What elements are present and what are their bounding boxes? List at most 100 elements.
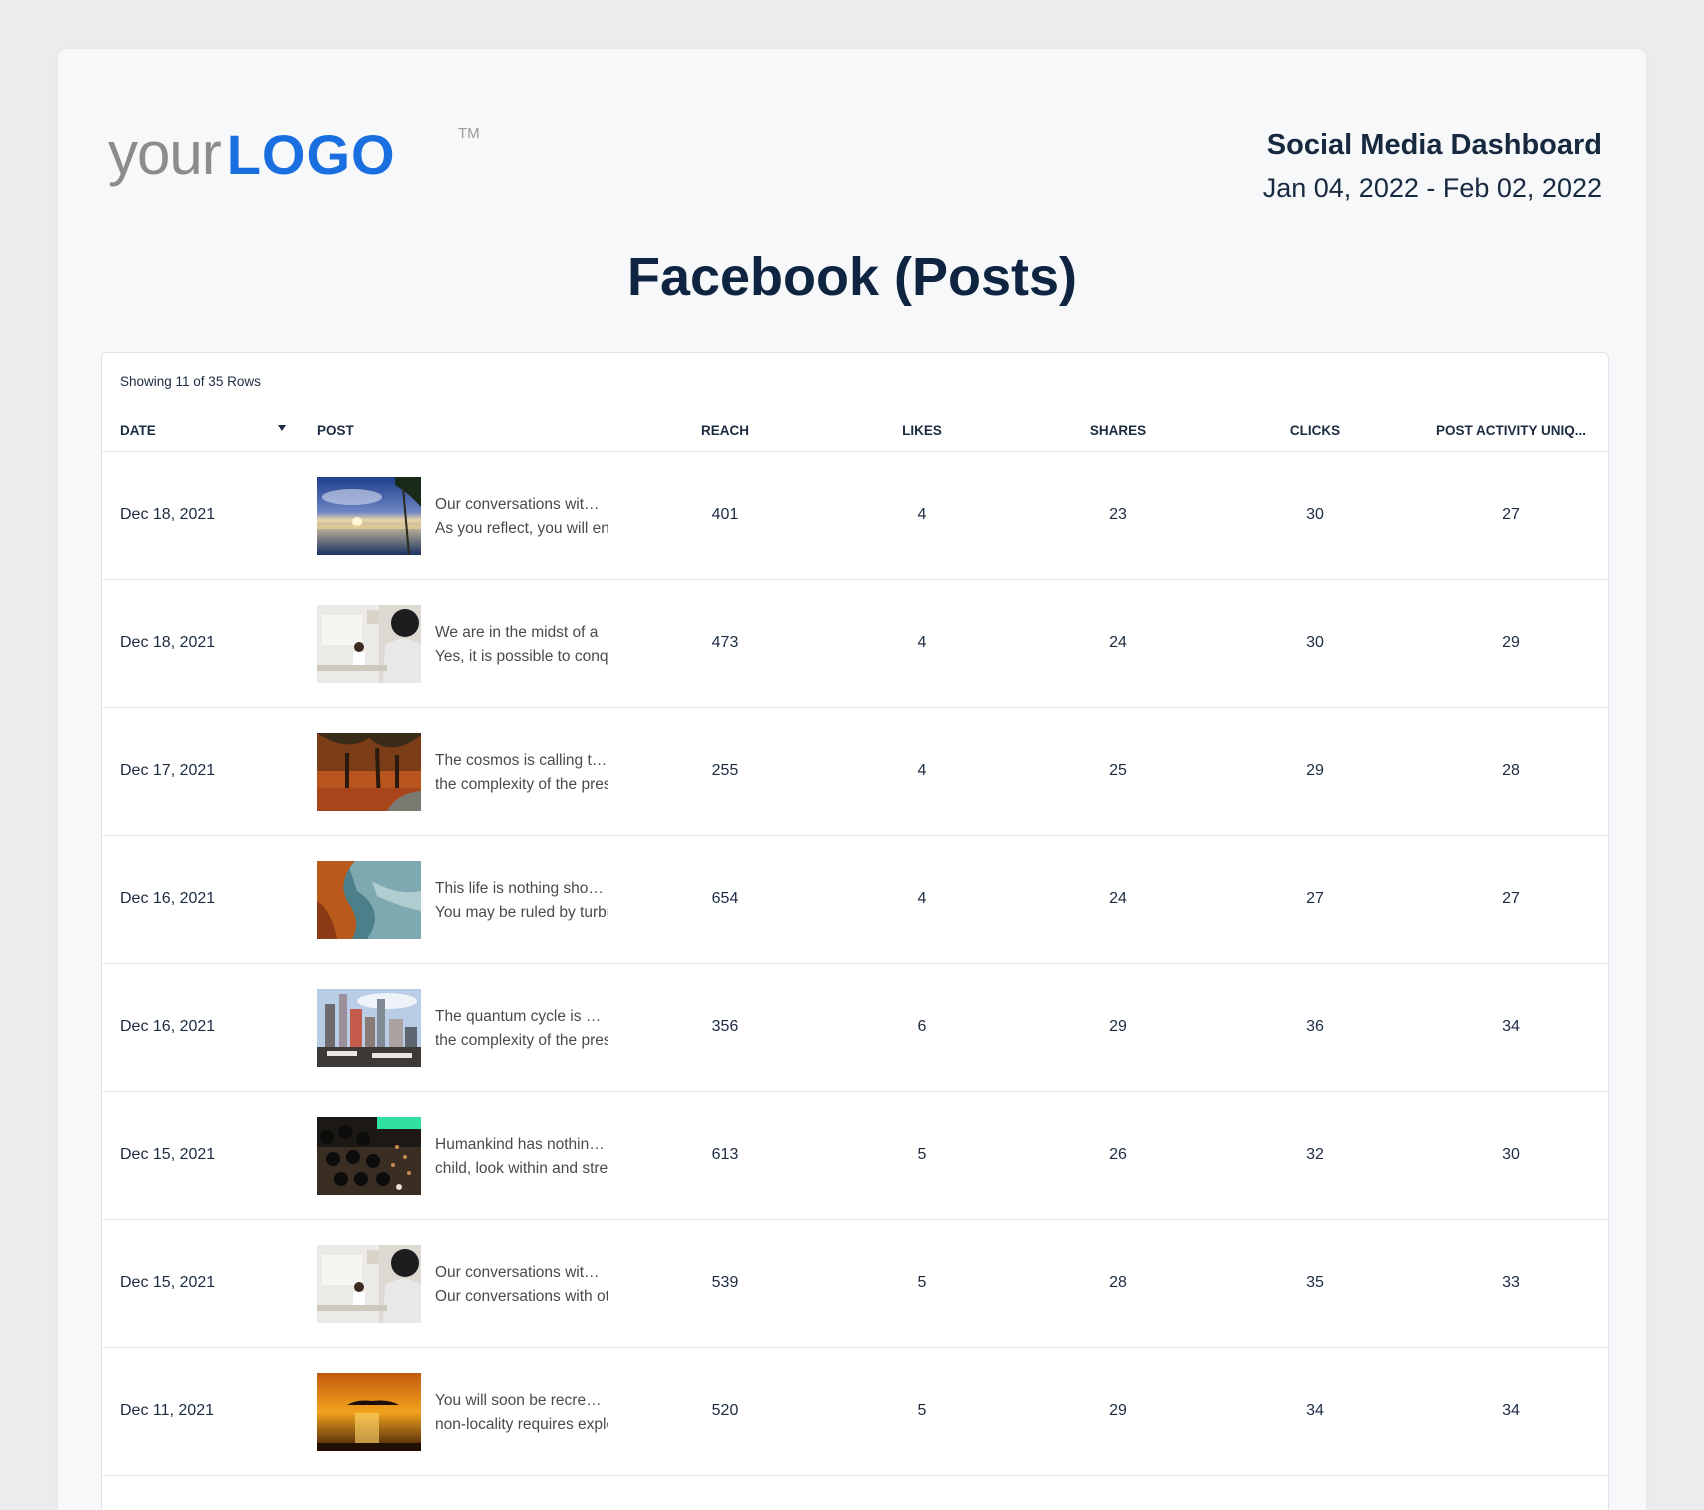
likes-value: 5 xyxy=(917,1402,927,1419)
post-date: Dec 15, 2021 xyxy=(120,1274,216,1291)
post-text[interactable]: You will soon be recreated non-locality … xyxy=(435,1389,608,1437)
column-header-reach[interactable]: REACH xyxy=(701,423,749,438)
post-activity-unique-value: 29 xyxy=(1502,634,1520,651)
post-activity-unique-value: 33 xyxy=(1502,1274,1520,1291)
shares-value: 29 xyxy=(1109,1018,1127,1035)
posts-table: Showing 11 of 35 Rows DATE POST REACH LI… xyxy=(101,352,1609,1510)
page-title: Facebook (Posts) xyxy=(626,247,1078,307)
post-text[interactable]: Our conversations with other Our convers… xyxy=(435,1261,608,1309)
post-activity-unique-value: 27 xyxy=(1502,890,1520,907)
clicks-value: 30 xyxy=(1306,634,1324,651)
post-text[interactable]: We are in the midst of a Yes, it is poss… xyxy=(435,621,608,669)
clicks-value: 35 xyxy=(1306,1274,1324,1291)
column-header-shares[interactable]: SHARES xyxy=(1090,423,1146,438)
shares-value: 24 xyxy=(1109,890,1127,907)
reach-value: 654 xyxy=(711,890,739,907)
post-text-line-1: Humankind has nothing to lose xyxy=(435,1136,608,1153)
post-thumbnail[interactable] xyxy=(317,605,421,683)
column-header-post[interactable]: POST xyxy=(317,423,354,438)
shares-value: 28 xyxy=(1109,1274,1127,1291)
post-text-line-2: the complexity of the present xyxy=(435,1032,608,1049)
post-thumbnail[interactable] xyxy=(317,861,421,939)
post-text[interactable]: Our conversations with other As you refl… xyxy=(435,493,608,541)
post-text-line-1: Our conversations with other xyxy=(435,496,608,513)
table-body: Dec 18, 2021 Our conversations with othe… xyxy=(102,452,1608,1476)
clicks-value: 29 xyxy=(1306,762,1324,779)
shares-value: 24 xyxy=(1109,634,1127,651)
post-thumbnail[interactable] xyxy=(317,1117,421,1195)
reach-value: 613 xyxy=(711,1146,739,1163)
post-text[interactable]: The cosmos is calling to you the complex… xyxy=(435,749,608,797)
table-row[interactable]: Dec 17, 2021 The cosmos is calling to yo… xyxy=(102,708,1608,836)
post-activity-unique-value: 27 xyxy=(1502,506,1520,523)
column-header-clicks[interactable]: CLICKS xyxy=(1290,423,1340,438)
post-text-line-2: the complexity of the present xyxy=(435,776,608,793)
dashboard-title: Social Media Dashboard xyxy=(1266,129,1602,161)
likes-value: 5 xyxy=(917,1146,927,1163)
post-thumbnail[interactable] xyxy=(317,477,421,555)
post-text-line-2: non-locality requires exploration xyxy=(435,1416,608,1433)
likes-value: 4 xyxy=(917,762,927,779)
post-date: Dec 16, 2021 xyxy=(120,1018,216,1035)
shares-value: 29 xyxy=(1109,1402,1127,1419)
logo-logo-text: LOGO xyxy=(226,123,396,186)
table-row[interactable]: Dec 16, 2021 The quantum cycle is callin… xyxy=(102,964,1608,1092)
post-text[interactable]: Humankind has nothing to lose child, loo… xyxy=(435,1133,608,1181)
post-date: Dec 15, 2021 xyxy=(120,1146,216,1163)
column-header-date[interactable]: DATE xyxy=(120,423,156,438)
table-row[interactable]: Dec 15, 2021 Humankind has nothing to lo… xyxy=(102,1092,1608,1220)
table-row[interactable]: Dec 18, 2021 We are in the midst of a Ye… xyxy=(102,580,1608,708)
post-activity-unique-value: 34 xyxy=(1502,1402,1520,1419)
table-header: DATE POST REACH LIKES SHARES CLICKS POST… xyxy=(102,423,1608,452)
reach-value: 255 xyxy=(711,762,739,779)
post-text-line-1: The cosmos is calling to you xyxy=(435,752,608,769)
table-row[interactable]: Dec 11, 2021 You will soon be recreated … xyxy=(102,1348,1608,1476)
likes-value: 4 xyxy=(917,890,927,907)
reach-value: 356 xyxy=(711,1018,739,1035)
clicks-value: 32 xyxy=(1306,1146,1324,1163)
table-row[interactable]: Dec 18, 2021 Our conversations with othe… xyxy=(102,452,1608,580)
clicks-value: 34 xyxy=(1306,1402,1324,1419)
reach-value: 520 xyxy=(711,1402,739,1419)
post-activity-unique-value: 34 xyxy=(1502,1018,1520,1035)
sort-descending-icon[interactable] xyxy=(278,425,286,431)
shares-value: 23 xyxy=(1109,506,1127,523)
post-date: Dec 18, 2021 xyxy=(120,634,216,651)
shares-value: 25 xyxy=(1109,762,1127,779)
post-date: Dec 11, 2021 xyxy=(120,1402,214,1419)
date-range: Jan 04, 2022 - Feb 02, 2022 xyxy=(1262,173,1602,203)
post-text-line-1: You will soon be recreated xyxy=(435,1392,608,1409)
logo-your-text: your xyxy=(108,120,222,187)
likes-value: 6 xyxy=(917,1018,927,1035)
reach-value: 539 xyxy=(711,1274,739,1291)
clicks-value: 36 xyxy=(1306,1018,1324,1035)
column-header-post-activity-unique[interactable]: POST ACTIVITY UNIQ... xyxy=(1436,423,1586,438)
table-row[interactable]: Dec 16, 2021 This life is nothing short … xyxy=(102,836,1608,964)
dashboard-card: your LOGO TM Social Media Dashboard Jan … xyxy=(58,49,1646,1510)
logo-trademark: TM xyxy=(458,125,480,142)
post-text-line-1: This life is nothing short of xyxy=(435,880,608,897)
likes-value: 4 xyxy=(917,634,927,651)
clicks-value: 30 xyxy=(1306,506,1324,523)
post-thumbnail[interactable] xyxy=(317,1373,421,1451)
post-activity-unique-value: 28 xyxy=(1502,762,1520,779)
column-header-likes[interactable]: LIKES xyxy=(902,423,942,438)
reach-value: 473 xyxy=(711,634,739,651)
post-thumbnail[interactable] xyxy=(317,989,421,1067)
post-text-line-1: We are in the midst of a xyxy=(435,624,599,641)
post-text-line-2: Our conversations with other xyxy=(435,1288,608,1305)
post-text-line-2: You may be ruled by turbulence xyxy=(435,904,608,921)
clicks-value: 27 xyxy=(1306,890,1324,907)
post-text[interactable]: This life is nothing short of You may be… xyxy=(435,877,608,925)
post-activity-unique-value: 30 xyxy=(1502,1146,1520,1163)
post-thumbnail[interactable] xyxy=(317,1245,421,1323)
reach-value: 401 xyxy=(711,506,739,523)
post-text-line-2: child, look within and strengthen xyxy=(435,1160,608,1177)
post-text-line-1: The quantum cycle is calling xyxy=(435,1008,608,1025)
post-thumbnail[interactable] xyxy=(317,733,421,811)
post-text-line-2: As you reflect, you will enter xyxy=(435,520,608,537)
row-count-text: Showing 11 of 35 Rows xyxy=(120,374,261,389)
table-row[interactable]: Dec 15, 2021 Our conversations with othe… xyxy=(102,1220,1608,1348)
post-text[interactable]: The quantum cycle is calling the complex… xyxy=(435,1005,608,1053)
post-text-line-1: Our conversations with other xyxy=(435,1264,608,1281)
